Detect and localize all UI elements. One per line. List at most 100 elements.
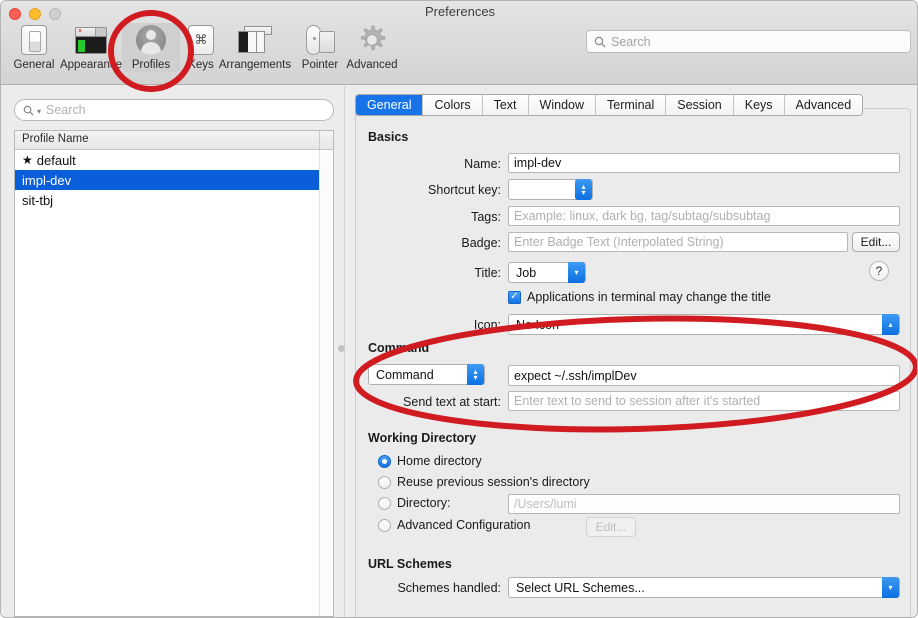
command-type-dropdown[interactable]: Command ▴ ▾ [368, 364, 485, 385]
icon-dropdown-value: No Icon [516, 317, 560, 332]
label-shortcut-key: Shortcut key: [428, 183, 501, 197]
radio-label-reuse-previous: Reuse previous session's directory [397, 475, 590, 489]
help-button[interactable]: ? [869, 261, 889, 281]
tab-advanced[interactable]: Advanced [784, 95, 863, 115]
tab-keys[interactable]: Keys [733, 95, 785, 115]
settings-tab-bar: General Colors Text Window Terminal Sess… [355, 94, 864, 116]
table-scrollbar[interactable] [319, 150, 333, 616]
section-title-basics: Basics [368, 130, 409, 144]
label-icon: Icon: [473, 318, 501, 332]
column-divider[interactable] [319, 131, 320, 149]
tab-colors[interactable]: Colors [423, 95, 483, 115]
label-schemes-handled: Schemes handled: [397, 581, 501, 595]
directory-input[interactable]: /Users/lumi [508, 494, 900, 514]
section-title-command: Command [368, 341, 430, 355]
send-text-input[interactable]: Enter text to send to session after it's… [508, 391, 900, 411]
icon-dropdown[interactable]: No Icon ▴ [508, 314, 900, 335]
toolbar-item-arrangements[interactable]: Arrangements [213, 23, 297, 71]
toolbar-item-general[interactable]: General [3, 23, 65, 71]
title-dropdown[interactable]: Job ▾ [508, 262, 586, 283]
tab-session[interactable]: Session [666, 95, 734, 115]
window-title: Preferences [424, 4, 496, 19]
command-input[interactable]: expect ~/.ssh/implDev [508, 365, 900, 386]
label-tags: Tags: [471, 210, 501, 224]
radio-unselected-icon[interactable] [378, 475, 391, 489]
toolbar-label-arrangements: Arrangements [218, 59, 292, 71]
section-title-working-directory: Working Directory [368, 431, 477, 445]
radio-label-home-directory: Home directory [397, 454, 482, 468]
label-send-text-at-start: Send text at start: [403, 395, 501, 409]
profile-name-default: default [36, 152, 76, 168]
profile-name-sit-tbj: sit-tbj [22, 192, 54, 208]
toolbar-label-advanced: Advanced [346, 59, 398, 71]
stepper-arrows-icon[interactable]: ▴ ▾ [467, 364, 484, 385]
radio-unselected-icon[interactable] [378, 496, 391, 510]
radio-reuse-previous-directory[interactable]: Reuse previous session's directory [378, 475, 590, 489]
label-name: Name: [464, 157, 501, 171]
toolbar-item-profiles[interactable]: Profiles [122, 23, 180, 72]
radio-label-directory: Directory: [397, 496, 451, 510]
toolbar-search-field[interactable]: Search [586, 30, 911, 53]
toolbar-label-profiles: Profiles [131, 59, 171, 71]
radio-advanced-configuration[interactable]: Advanced Configuration [378, 518, 530, 532]
profiles-sidebar: ▾ Search Profile Name ★ default impl-dev… [1, 86, 346, 617]
toolbar-item-pointer[interactable]: Pointer [293, 23, 347, 71]
toolbar-item-advanced[interactable]: Advanced [344, 23, 400, 71]
gear-icon [344, 23, 400, 57]
radio-selected-icon[interactable] [378, 454, 391, 468]
display-icon [3, 23, 65, 57]
shortcut-key-stepper[interactable]: ▴ ▾ [508, 179, 593, 200]
settings-content-box: Basics Name: impl-dev Shortcut key: ▴ ▾ T… [355, 108, 911, 617]
table-row[interactable]: ★ default [15, 150, 333, 170]
checkbox-checked-icon[interactable]: ✓ [508, 290, 521, 304]
toolbar-label-appearance: Appearance [59, 59, 123, 71]
window-titlebar: Preferences General × Appearance Profile… [1, 1, 917, 85]
chevron-down-icon[interactable]: ▾ [37, 107, 41, 116]
toolbar-search-placeholder: Search [611, 34, 651, 49]
radio-label-advanced-configuration: Advanced Configuration [397, 518, 531, 532]
profile-name-impl-dev: impl-dev [22, 172, 72, 188]
column-header-profile-name[interactable]: Profile Name [22, 133, 88, 145]
terminal-window-icon: × [57, 23, 125, 57]
preferences-window: Preferences General × Appearance Profile… [0, 0, 918, 618]
chevron-up-down-icon[interactable]: ▴ [882, 314, 899, 335]
windows-arrangement-icon [213, 23, 297, 57]
radio-home-directory[interactable]: Home directory [378, 454, 482, 468]
mouse-icon [293, 23, 347, 57]
table-header: Profile Name [15, 131, 333, 150]
tags-input[interactable]: Example: linux, dark bg, tag/subtag/subs… [508, 206, 900, 226]
chevron-down-icon[interactable]: ▾ [882, 577, 899, 598]
radio-unselected-icon[interactable] [378, 518, 391, 532]
title-change-checkbox-row[interactable]: ✓ Applications in terminal may change th… [508, 290, 771, 304]
url-schemes-dropdown[interactable]: Select URL Schemes... ▾ [508, 577, 900, 598]
badge-input[interactable]: Enter Badge Text (Interpolated String) [508, 232, 848, 252]
profile-settings-panel: Basics Name: impl-dev Shortcut key: ▴ ▾ T… [347, 86, 917, 617]
section-title-url-schemes: URL Schemes [368, 557, 452, 571]
toolbar-label-general: General [13, 59, 55, 71]
title-dropdown-value: Job [516, 265, 537, 280]
toolbar-item-appearance[interactable]: × Appearance [57, 23, 125, 71]
badge-edit-button[interactable]: Edit... [852, 232, 900, 252]
tab-window[interactable]: Window [528, 95, 597, 115]
label-title: Title: [474, 266, 501, 280]
stepper-arrows-icon[interactable]: ▴ ▾ [575, 179, 592, 200]
name-input[interactable]: impl-dev [508, 153, 900, 173]
split-handle[interactable] [338, 345, 345, 352]
table-row[interactable]: impl-dev [15, 170, 333, 190]
url-schemes-value: Select URL Schemes... [516, 580, 645, 595]
search-icon [23, 105, 34, 116]
tab-general[interactable]: General [356, 95, 424, 115]
profiles-table[interactable]: Profile Name ★ default impl-dev sit-tbj [14, 130, 334, 617]
advanced-config-edit-button[interactable]: Edit... [586, 517, 636, 537]
tab-terminal[interactable]: Terminal [596, 95, 667, 115]
toolbar-label-pointer: Pointer [301, 59, 339, 71]
radio-directory[interactable]: Directory: [378, 496, 450, 510]
profile-search-placeholder: Search [46, 103, 86, 117]
chevron-down-icon[interactable]: ▾ [568, 262, 585, 283]
table-row[interactable]: sit-tbj [15, 190, 333, 210]
default-star-icon: ★ [22, 153, 33, 167]
split-divider [344, 86, 345, 617]
tab-text[interactable]: Text [482, 95, 529, 115]
command-type-value: Command [376, 367, 434, 382]
profile-search-input[interactable]: ▾ Search [14, 99, 334, 121]
